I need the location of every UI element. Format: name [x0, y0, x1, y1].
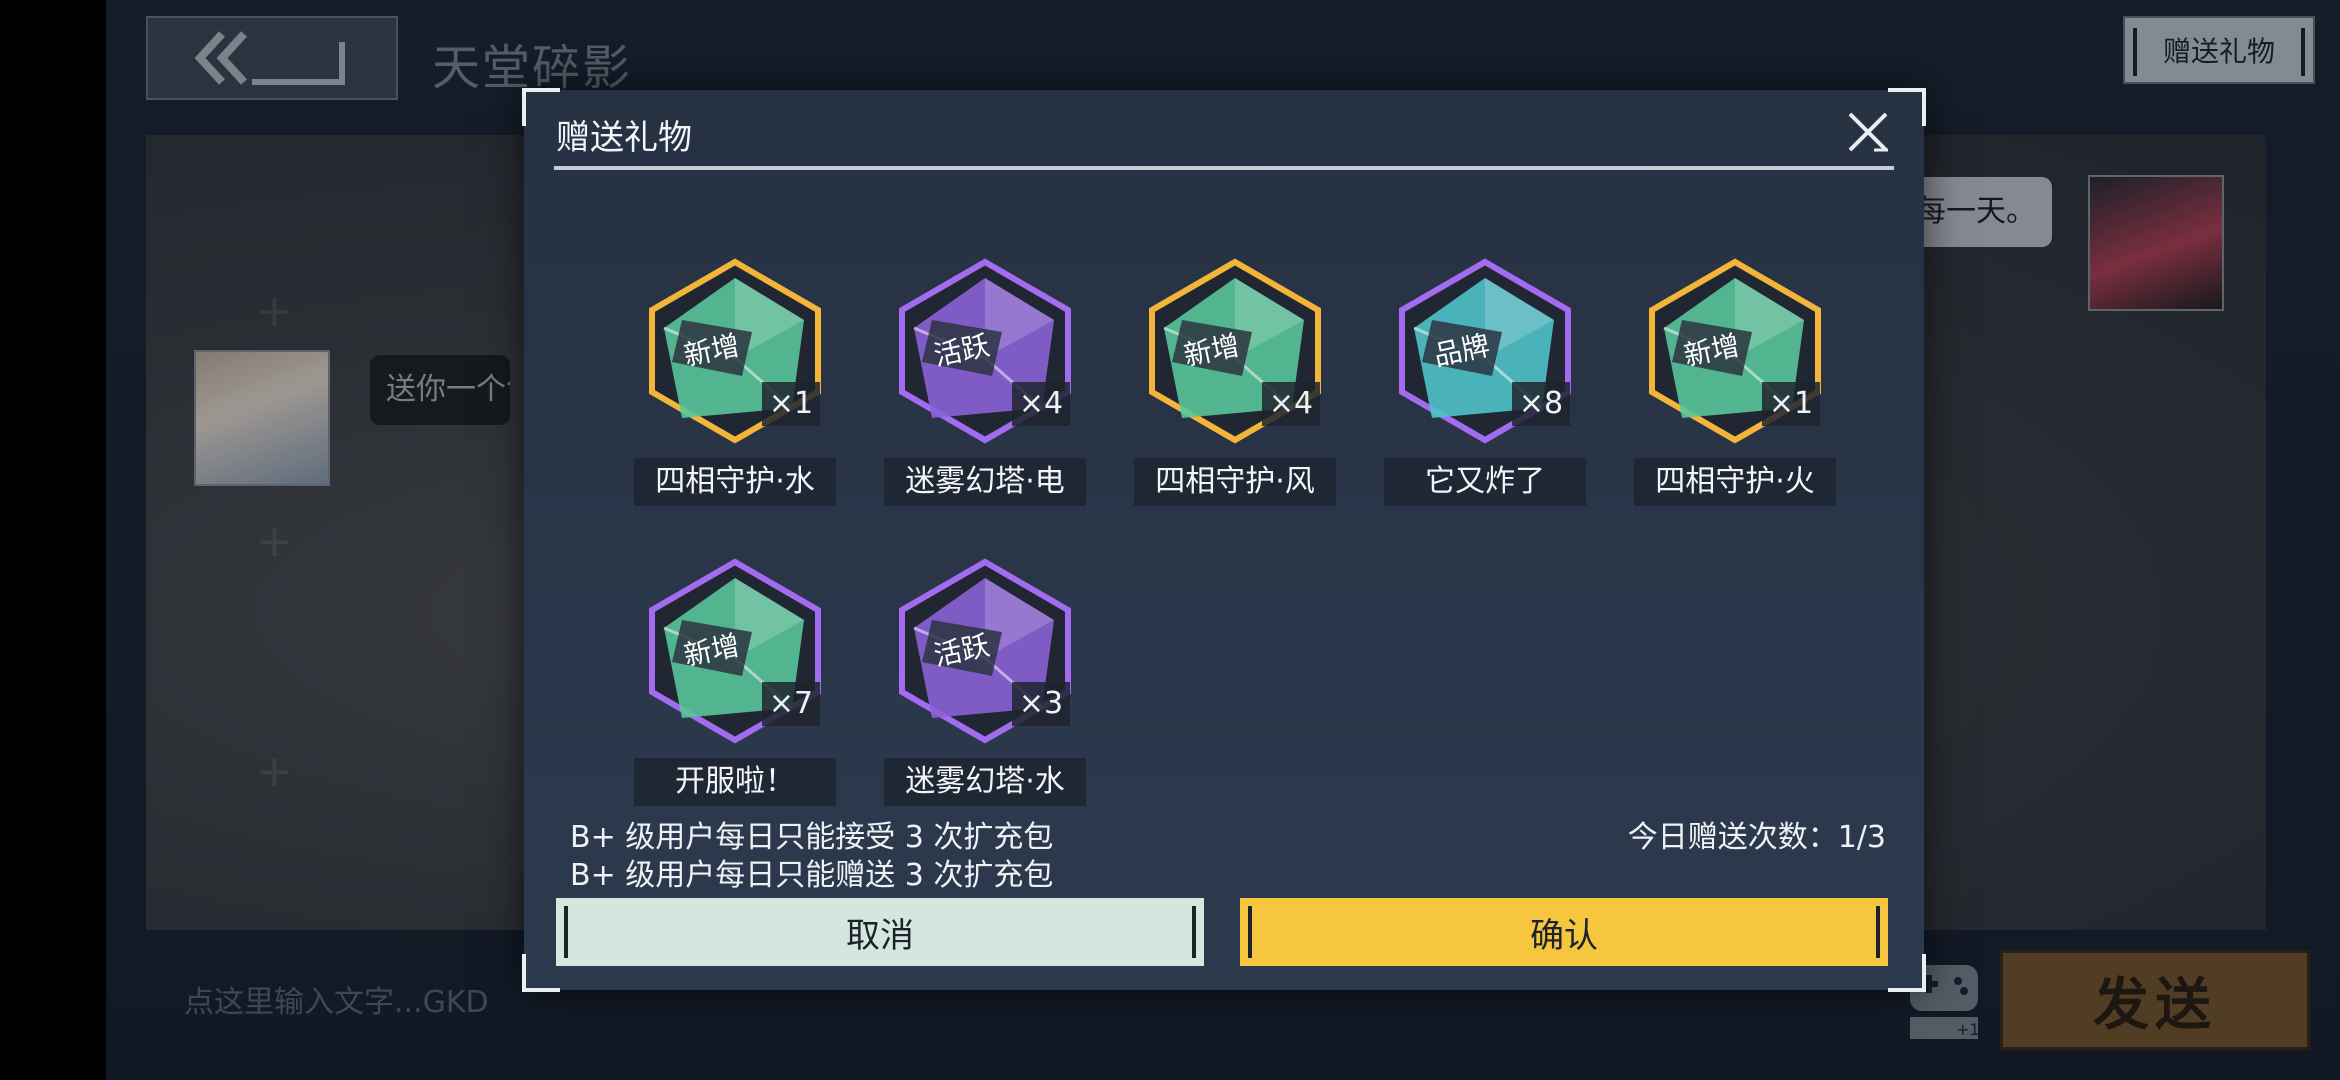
gift-count: ×4 — [1262, 382, 1320, 426]
gift-count: ×1 — [1762, 382, 1820, 426]
gift-name: 迷雾幻塔·电 — [884, 458, 1086, 506]
corner-bracket — [522, 88, 560, 126]
gift-name: 四相守护·水 — [634, 458, 836, 506]
gift-name: 开服啦！ — [634, 758, 836, 806]
gift-count: ×4 — [1012, 382, 1070, 426]
close-icon[interactable] — [1844, 108, 1892, 156]
rule-send: B+ 级用户每日只能赠送 3 次扩充包 — [570, 858, 1054, 893]
gift-item[interactable]: 新增 ×1 四相守护·水 — [634, 258, 836, 520]
dialog-title: 赠送礼物 — [556, 118, 692, 158]
corner-bracket — [1888, 88, 1926, 126]
gift-dialog: 赠送礼物 新增 ×1 四相守护·水 活跃 ×4 迷雾幻塔·电 新增 ×4 四相守护·风 品牌 ×8 它… — [522, 88, 1926, 992]
gift-name: 迷雾幻塔·水 — [884, 758, 1086, 806]
corner-bracket — [522, 954, 560, 992]
gift-count: ×7 — [762, 682, 820, 726]
gift-count: ×3 — [1012, 682, 1070, 726]
gift-item[interactable]: 新增 ×4 四相守护·风 — [1134, 258, 1336, 520]
gift-item[interactable]: 活跃 ×3 迷雾幻塔·水 — [884, 558, 1086, 820]
gift-name: 它又炸了 — [1384, 458, 1586, 506]
gift-item[interactable]: 新增 ×7 开服啦！ — [634, 558, 836, 820]
gift-item[interactable]: 活跃 ×4 迷雾幻塔·电 — [884, 258, 1086, 520]
title-divider — [554, 166, 1894, 170]
cancel-button[interactable]: 取消 — [556, 898, 1204, 966]
daily-send-count: 今日赠送次数：1/3 — [1627, 820, 1886, 855]
gift-count: ×1 — [762, 382, 820, 426]
gift-name: 四相守护·风 — [1134, 458, 1336, 506]
gift-item[interactable]: 品牌 ×8 它又炸了 — [1384, 258, 1586, 520]
confirm-button[interactable]: 确认 — [1240, 898, 1888, 966]
gift-count: ×8 — [1512, 382, 1570, 426]
gift-item[interactable]: 新增 ×1 四相守护·火 — [1634, 258, 1836, 520]
corner-bracket — [1888, 954, 1926, 992]
gift-name: 四相守护·火 — [1634, 458, 1836, 506]
